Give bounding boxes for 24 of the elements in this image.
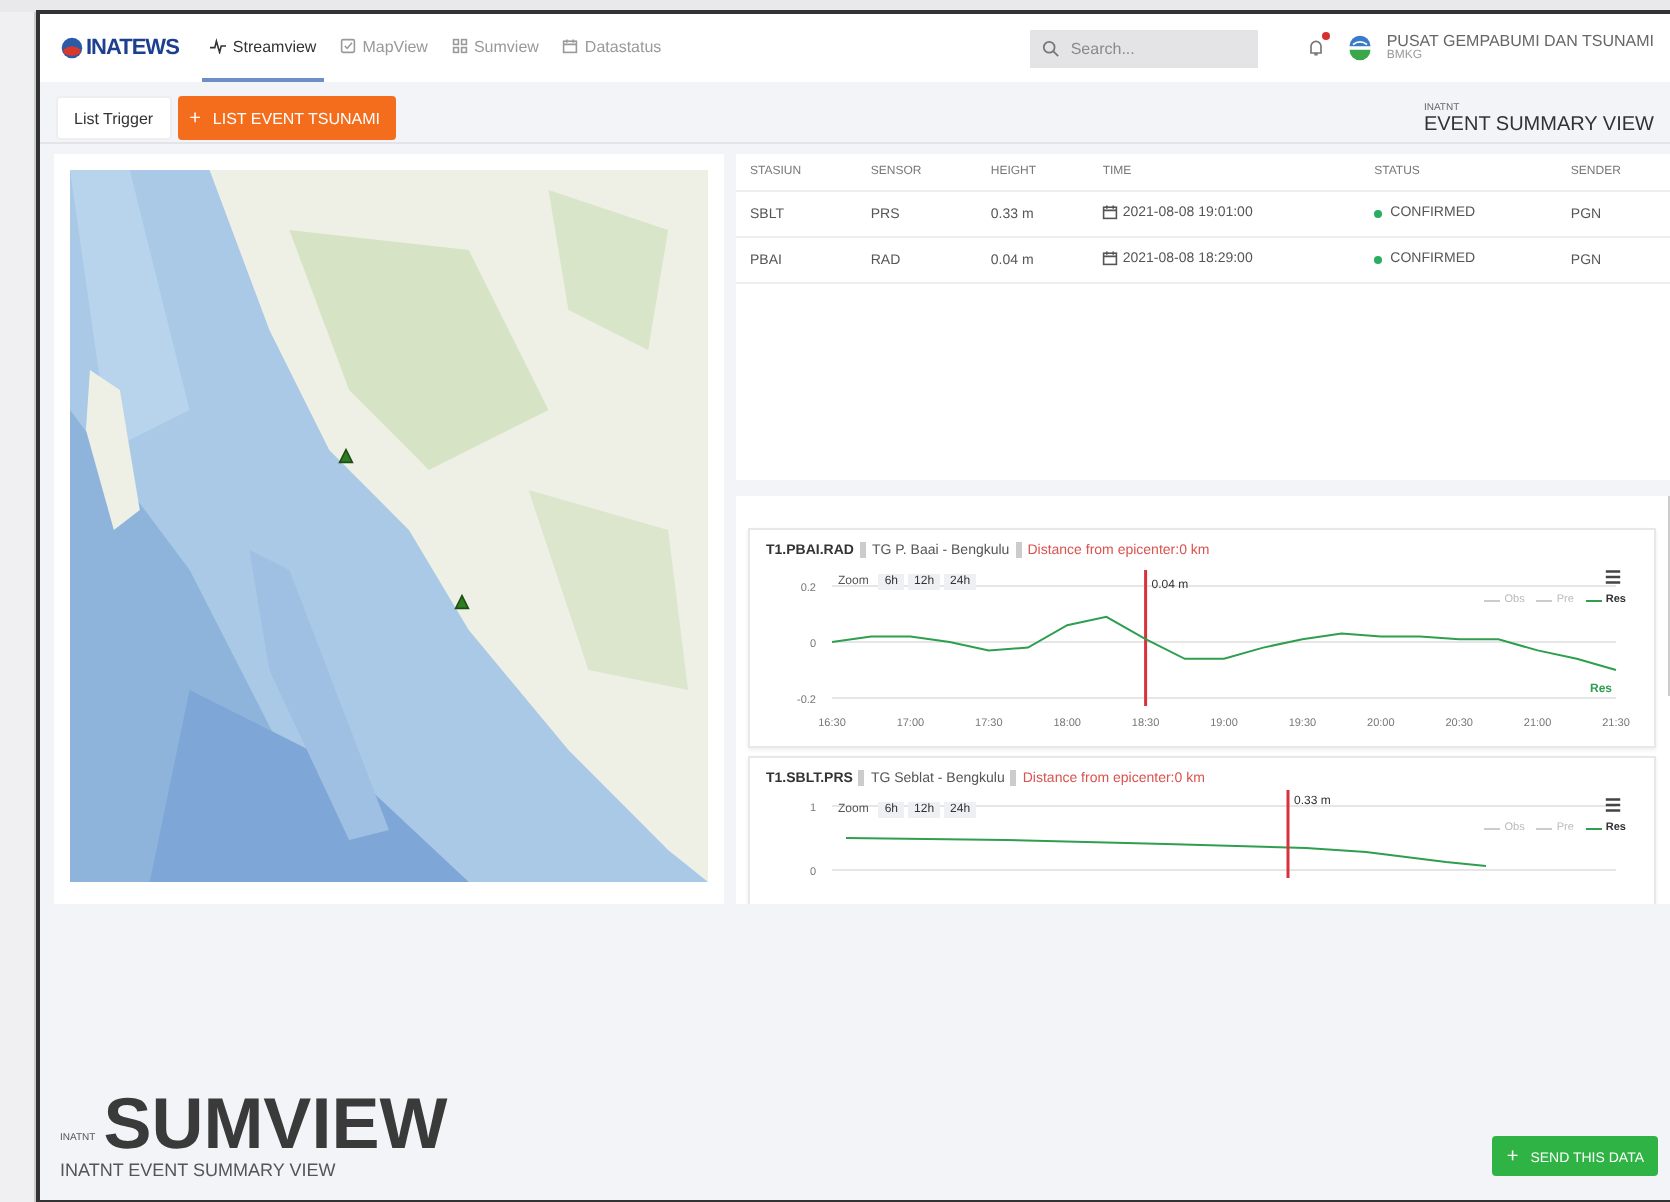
search-icon [1042, 39, 1061, 57]
station-marker-icon[interactable] [454, 594, 470, 610]
calendar-icon [1102, 250, 1119, 266]
page-subtitle: INATNT EVENT SUMMARY VIEW [60, 1160, 338, 1180]
page-title: EVENT SUMMARY VIEW [1423, 113, 1654, 135]
agency-logo-icon [1346, 34, 1375, 62]
organization-name: PUSAT GEMPABUMI DAN TSUNAMI [1386, 31, 1654, 50]
grid-icon [451, 38, 468, 54]
event-marker-line [1286, 790, 1290, 878]
notification-bell-icon[interactable] [1306, 36, 1327, 60]
station-marker-icon[interactable] [338, 448, 354, 464]
menu-icon[interactable] [1604, 568, 1622, 586]
calendar-icon [1102, 204, 1119, 220]
logo-text: INATEWS [86, 36, 179, 60]
pulse-icon [210, 38, 227, 54]
search-field[interactable]: Search... [1030, 29, 1259, 67]
page-heading: SUMVIEW [103, 1088, 448, 1160]
event-marker-line [1144, 570, 1148, 706]
list-trigger-button[interactable]: List Trigger [56, 96, 172, 140]
nav-tab[interactable]: Streamview [202, 14, 325, 82]
menu-icon[interactable] [1604, 796, 1622, 814]
checkbox-icon [340, 38, 357, 54]
globe-icon [60, 36, 84, 60]
calendar-icon [562, 38, 579, 54]
